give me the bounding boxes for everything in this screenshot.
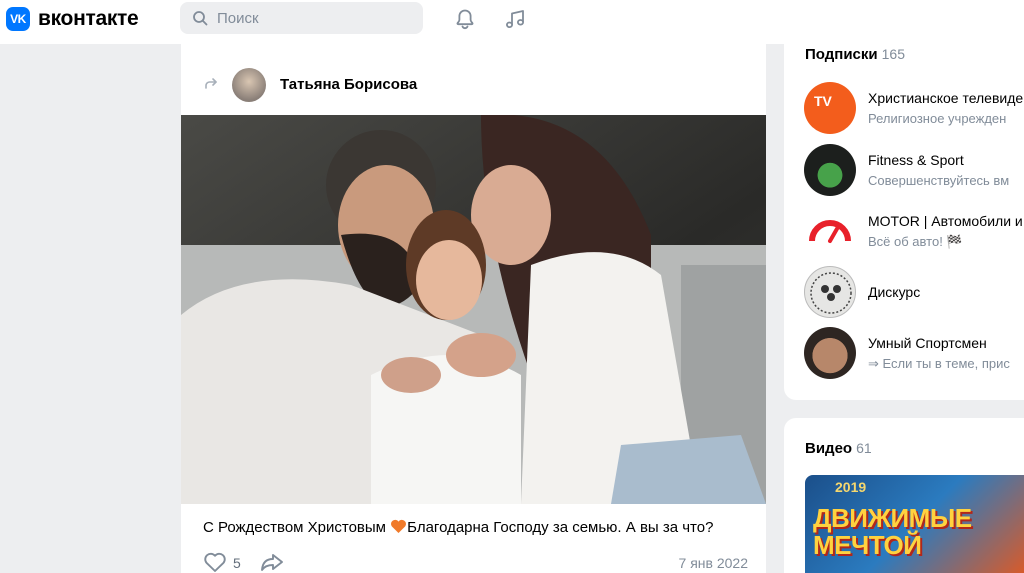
christian-tv-avatar: TV <box>804 82 856 134</box>
search-icon <box>193 11 208 26</box>
tv-logo-label: TV <box>814 93 832 109</box>
subscriptions-count: 165 <box>881 46 905 62</box>
post-text: С Рождеством Христовым Благодарна Господ… <box>203 519 713 536</box>
post-actions: 5 7 янв 2022 <box>203 549 748 573</box>
heart-icon[interactable] <box>203 551 227 573</box>
post-date[interactable]: 7 янв 2022 <box>679 555 748 571</box>
subscription-item[interactable]: TV Христианское телевиде Религиозное учр… <box>804 82 1024 134</box>
repost-icon <box>205 78 217 89</box>
wall-post: Татьяна Борисова С Рождеством Христовым … <box>181 44 766 573</box>
subscriptions-title[interactable]: Подписки 165 <box>805 46 905 63</box>
subscription-desc: Всё об авто! 🏁 <box>868 234 963 249</box>
search-input[interactable] <box>217 9 407 27</box>
subscription-name: Умный Спортсмен <box>868 335 987 351</box>
bell-icon[interactable] <box>453 7 477 31</box>
music-icon[interactable] <box>503 7 527 31</box>
videos-panel: Видео 61 2019 ДВИЖИМЫЕ МЕЧТОЙ <box>784 418 1024 573</box>
post-text-part2: Благодарна Господу за семью. А вы за что… <box>407 519 714 536</box>
subscription-item[interactable]: Fitness & Sport Совершенствуйтесь вм <box>804 144 1024 196</box>
motor-logo-icon <box>809 220 851 243</box>
post-text-part1: С Рождеством Христовым <box>203 519 386 536</box>
subscription-desc: Совершенствуйтесь вм <box>868 173 1010 188</box>
videos-title-text: Видео <box>805 440 853 457</box>
search-box[interactable] <box>180 2 423 34</box>
share-icon[interactable] <box>259 550 285 573</box>
video-thumb-year: 2019 <box>835 479 867 495</box>
videos-count: 61 <box>856 440 872 456</box>
subscription-name: Христианское телевиде <box>868 90 1024 106</box>
author-name[interactable]: Татьяна Борисова <box>280 76 417 93</box>
vk-logo[interactable]: VK вконтакте <box>6 6 139 32</box>
heart-emoji-icon <box>391 519 407 533</box>
author-avatar[interactable] <box>232 68 266 102</box>
video-thumbnail[interactable]: 2019 ДВИЖИМЫЕ МЕЧТОЙ <box>805 475 1024 573</box>
subscription-desc: ⇒ Если ты в теме, прис <box>868 356 1010 371</box>
logo-text: вконтакте <box>38 7 139 30</box>
video-thumb-title: ДВИЖИМЫЕ МЕЧТОЙ <box>813 503 972 560</box>
subscription-item[interactable]: MOTOR | Автомобили и Всё об авто! 🏁 <box>804 205 1024 257</box>
subscriptions-title-text: Подписки <box>805 46 878 63</box>
diskurs-avatar <box>804 266 856 318</box>
subscriptions-panel: Подписки 165 TV Христианское телевиде Рел… <box>784 30 1024 400</box>
diskurs-logo-icon <box>810 272 852 314</box>
post-photo[interactable] <box>181 115 766 504</box>
subscription-desc: Религиозное учрежден <box>868 111 1007 126</box>
subscription-name: Дискурс <box>868 284 921 300</box>
smart-athlete-avatar <box>804 327 856 379</box>
subscription-item[interactable]: Умный Спортсмен ⇒ Если ты в теме, прис <box>804 327 1024 379</box>
post-header: Татьяна Борисова <box>181 66 766 102</box>
vk-logo-icon: VK <box>6 7 30 31</box>
like-count: 5 <box>233 555 241 571</box>
subscription-item[interactable]: Дискурс <box>804 266 1024 318</box>
subscription-name: MOTOR | Автомобили и <box>868 213 1023 229</box>
videos-title[interactable]: Видео 61 <box>805 440 872 457</box>
fitness-avatar <box>804 144 856 196</box>
motor-avatar <box>804 205 856 257</box>
subscription-name: Fitness & Sport <box>868 152 964 168</box>
